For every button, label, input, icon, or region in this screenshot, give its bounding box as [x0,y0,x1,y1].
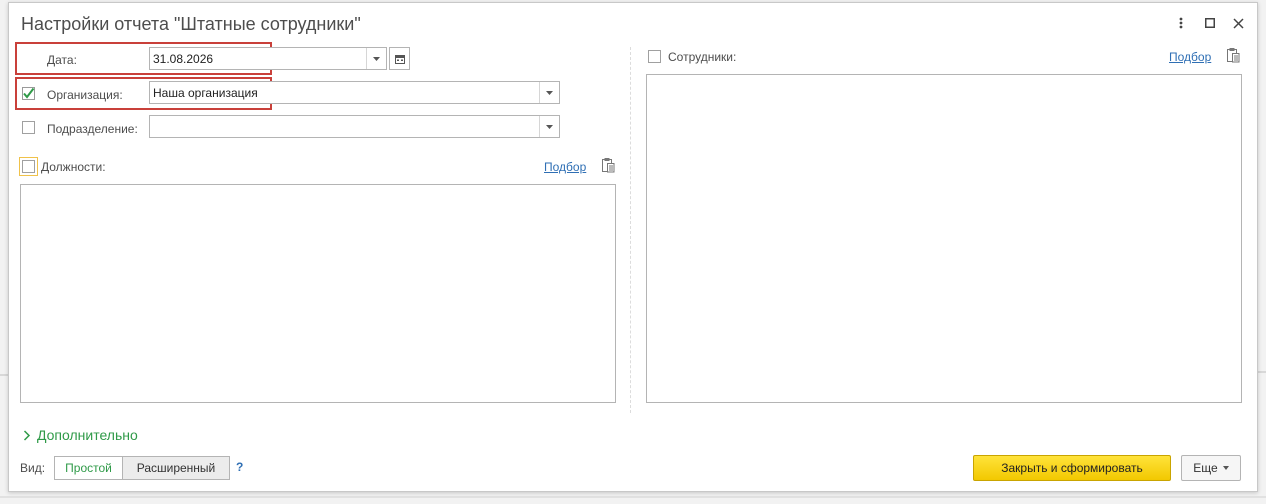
positions-pick-link[interactable]: Подбор [544,160,586,174]
calendar-button[interactable] [389,47,410,70]
employees-checkbox[interactable] [648,50,661,63]
chevron-right-icon [23,430,31,441]
date-input[interactable]: 31.08.2026 [149,47,387,70]
department-dropdown-button[interactable] [539,116,559,137]
dialog-title: Настройки отчета "Штатные сотрудники" [21,14,361,34]
organization-value: Наша организация [153,86,258,100]
view-option-extended[interactable]: Расширенный [122,456,230,480]
checkmark-icon [23,87,35,99]
employees-pick-link[interactable]: Подбор [1169,50,1211,64]
employees-label: Сотрудники: [668,50,737,64]
chevron-down-icon [1222,466,1229,470]
help-button[interactable]: ? [236,460,243,474]
view-label: Вид: [20,461,46,475]
paste-list-icon[interactable] [1226,47,1240,63]
view-option-simple[interactable]: Простой [54,456,123,480]
positions-list[interactable] [20,184,616,403]
department-input[interactable] [149,115,560,138]
close-icon[interactable] [1230,15,1246,31]
date-value: 31.08.2026 [153,52,214,66]
additional-section-toggle[interactable]: Дополнительно [23,427,138,443]
report-settings-dialog: Настройки отчета "Штатные сотрудники" Да… [8,2,1258,492]
more-button-label: Еще [1193,461,1218,475]
more-button[interactable]: Еще [1181,455,1241,481]
date-label: Дата: [47,53,77,67]
close-and-generate-button[interactable]: Закрыть и сформировать [973,455,1171,481]
column-separator [630,47,631,413]
employees-list[interactable] [646,74,1242,403]
date-dropdown-button[interactable] [366,48,386,69]
positions-checkbox[interactable] [19,157,38,176]
positions-label: Должности: [41,160,106,174]
organization-label: Организация: [47,88,123,102]
organization-checkbox[interactable] [22,87,35,100]
calendar-icon [394,54,405,64]
department-checkbox[interactable] [22,121,35,134]
additional-section-label: Дополнительно [37,427,138,443]
organization-input[interactable]: Наша организация [149,81,560,104]
organization-dropdown-button[interactable] [539,82,559,103]
more-actions-icon[interactable] [1173,15,1189,31]
paste-list-icon[interactable] [601,157,615,173]
department-label: Подразделение: [47,122,138,136]
maximize-icon[interactable] [1202,15,1218,31]
